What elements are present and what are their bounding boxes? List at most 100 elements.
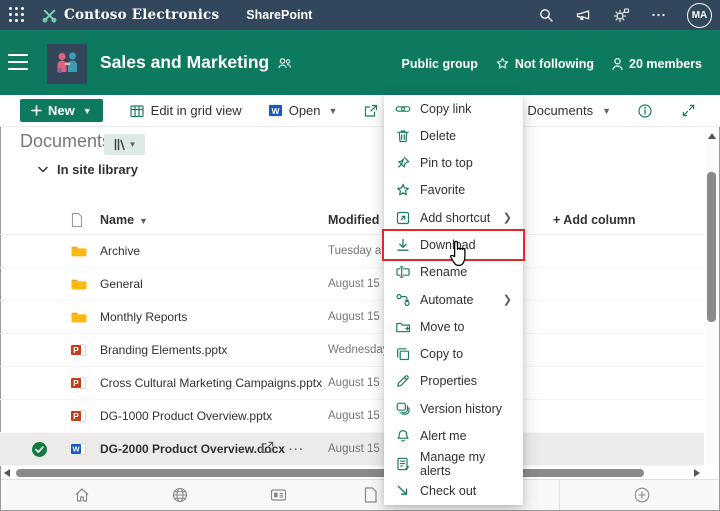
bell-icon: [395, 428, 411, 444]
modified-value: August 15: [328, 410, 380, 422]
site-logo[interactable]: [47, 44, 87, 84]
horizontal-scrollbar[interactable]: [1, 466, 704, 479]
add-column-button[interactable]: + Add column: [553, 205, 636, 235]
menu-item-label: Copy to: [420, 347, 464, 362]
word-icon: W: [70, 441, 87, 458]
group-in-site-library[interactable]: In site library: [38, 162, 138, 177]
scroll-left-arrow[interactable]: [4, 469, 10, 477]
app-launcher-icon[interactable]: [9, 7, 25, 23]
table-row[interactable]: P Cross Cultural Marketing Campaigns.pptx…: [0, 367, 704, 400]
context-menu: Copy link Delete Pin to top Favorite Add sho…: [382, 95, 525, 505]
svg-text:W: W: [271, 106, 279, 116]
pencil-icon: [395, 373, 411, 389]
trash-icon: [395, 128, 411, 144]
file-name[interactable]: Monthly Reports: [100, 301, 187, 334]
globe-icon[interactable]: [171, 486, 189, 504]
table-row[interactable]: P DG-1000 Product Overview.pptx August 15: [0, 400, 704, 433]
table-row[interactable]: Monthly Reports August 15: [0, 301, 704, 334]
menu-item-move-to[interactable]: Move to: [384, 313, 523, 341]
menu-item-manage-my-alerts[interactable]: Manage my alerts: [384, 449, 523, 478]
footer-divider: [559, 480, 560, 510]
chevron-down-icon: ▼: [328, 105, 338, 116]
star-icon: [496, 57, 509, 69]
menu-item-favorite[interactable]: Favorite: [384, 176, 523, 205]
menu-item-add-shortcut[interactable]: Add shortcut ❯: [384, 204, 523, 232]
menu-item-copy-link[interactable]: Copy link: [384, 95, 523, 123]
file-name[interactable]: DG-1000 Product Overview.pptx: [100, 400, 272, 433]
site-title: Sales and Marketing: [100, 52, 292, 73]
folder-icon: [70, 309, 87, 326]
menu-item-properties[interactable]: Properties: [384, 367, 523, 396]
vertical-scroll-thumb[interactable]: [707, 172, 716, 322]
rename-icon: [395, 264, 411, 280]
plus-icon: [31, 105, 42, 116]
info-icon[interactable]: [637, 103, 653, 119]
file-name[interactable]: Branding Elements.pptx: [100, 334, 227, 367]
pin-icon: [395, 155, 411, 171]
menu-item-copy-to[interactable]: Copy to: [384, 340, 523, 368]
modified-value: August 15: [328, 278, 380, 290]
file-type-column-icon[interactable]: [70, 212, 84, 228]
document-list: Name▼ Modified▼ + Add column ArchiveTues…: [0, 205, 704, 466]
file-name[interactable]: Cross Cultural Marketing Campaigns.pptx: [100, 367, 322, 400]
modified-value: August 15: [328, 377, 380, 389]
document-icon[interactable]: [363, 486, 378, 504]
expand-icon[interactable]: [681, 103, 696, 118]
selected-check-icon[interactable]: [31, 441, 48, 458]
svg-text:W: W: [72, 445, 80, 454]
menu-item-pin-to-top[interactable]: Pin to top: [384, 149, 523, 177]
more-icon[interactable]: [651, 7, 666, 23]
folder-icon: [70, 276, 87, 293]
menu-item-label: Alert me: [420, 429, 467, 444]
chevron-right-icon: ❯: [502, 212, 512, 225]
table-row[interactable]: General August 15: [0, 268, 704, 301]
table-row[interactable]: P Branding Elements.pptx Wednesday at: [0, 334, 704, 367]
hamburger-menu-icon[interactable]: [8, 54, 28, 70]
table-row[interactable]: W DG-2000 Product Overview.docx ··· August …: [0, 433, 704, 466]
file-name[interactable]: General: [100, 268, 143, 301]
chevron-down-icon: ▼: [128, 140, 137, 149]
follow-button[interactable]: Not following: [495, 56, 594, 71]
scroll-right-arrow[interactable]: [694, 469, 700, 477]
menu-item-label: Add shortcut: [420, 210, 491, 225]
news-icon[interactable]: [269, 486, 288, 504]
new-button[interactable]: New ▼: [20, 99, 103, 122]
announcement-icon[interactable]: [575, 7, 592, 23]
members-button[interactable]: 20 members: [611, 57, 702, 71]
file-name[interactable]: DG-2000 Product Overview.docx: [100, 433, 285, 466]
powerpoint-icon: P: [70, 375, 87, 392]
home-icon[interactable]: [73, 486, 91, 504]
menu-item-delete[interactable]: Delete: [384, 122, 523, 150]
suite-bar: Contoso Electronics SharePoint MA: [0, 0, 720, 30]
view-toggle[interactable]: ▼: [104, 134, 145, 155]
link-icon: [395, 101, 411, 117]
chevron-down-icon: ▼: [82, 105, 92, 116]
row-more-icon[interactable]: ···: [289, 444, 305, 456]
search-icon[interactable]: [538, 7, 554, 23]
row-share-icon[interactable]: [260, 440, 275, 460]
menu-item-version-history[interactable]: Version history: [384, 395, 523, 423]
svg-text:P: P: [73, 411, 79, 421]
add-icon[interactable]: [633, 486, 651, 504]
folder-icon: [70, 243, 87, 260]
automate-icon: [395, 292, 411, 308]
horizontal-scroll-thumb[interactable]: [16, 468, 644, 477]
avatar[interactable]: MA: [687, 2, 712, 28]
library-heading: Documents: [20, 131, 112, 151]
footer-bar: [1, 479, 719, 510]
vertical-scrollbar[interactable]: [705, 129, 718, 465]
menu-item-alert-me[interactable]: Alert me: [384, 422, 523, 450]
open-button[interactable]: W Open ▼: [268, 103, 338, 118]
column-header-name[interactable]: Name ▼: [100, 205, 148, 236]
table-row[interactable]: Archive Tuesday at 11:: [0, 235, 704, 268]
settings-icon[interactable]: [613, 7, 630, 23]
menu-item-automate[interactable]: Automate ❯: [384, 285, 523, 314]
scroll-up-arrow[interactable]: [707, 133, 716, 139]
library-books-icon: [114, 138, 125, 151]
product-name: SharePoint: [246, 8, 313, 22]
chevron-down-icon: ▼: [139, 216, 148, 226]
edit-grid-view-button[interactable]: Edit in grid view: [129, 103, 242, 119]
menu-item-check-out[interactable]: Check out: [384, 477, 523, 505]
file-name[interactable]: Archive: [100, 235, 140, 268]
chevron-down-icon: ▼: [602, 105, 611, 116]
